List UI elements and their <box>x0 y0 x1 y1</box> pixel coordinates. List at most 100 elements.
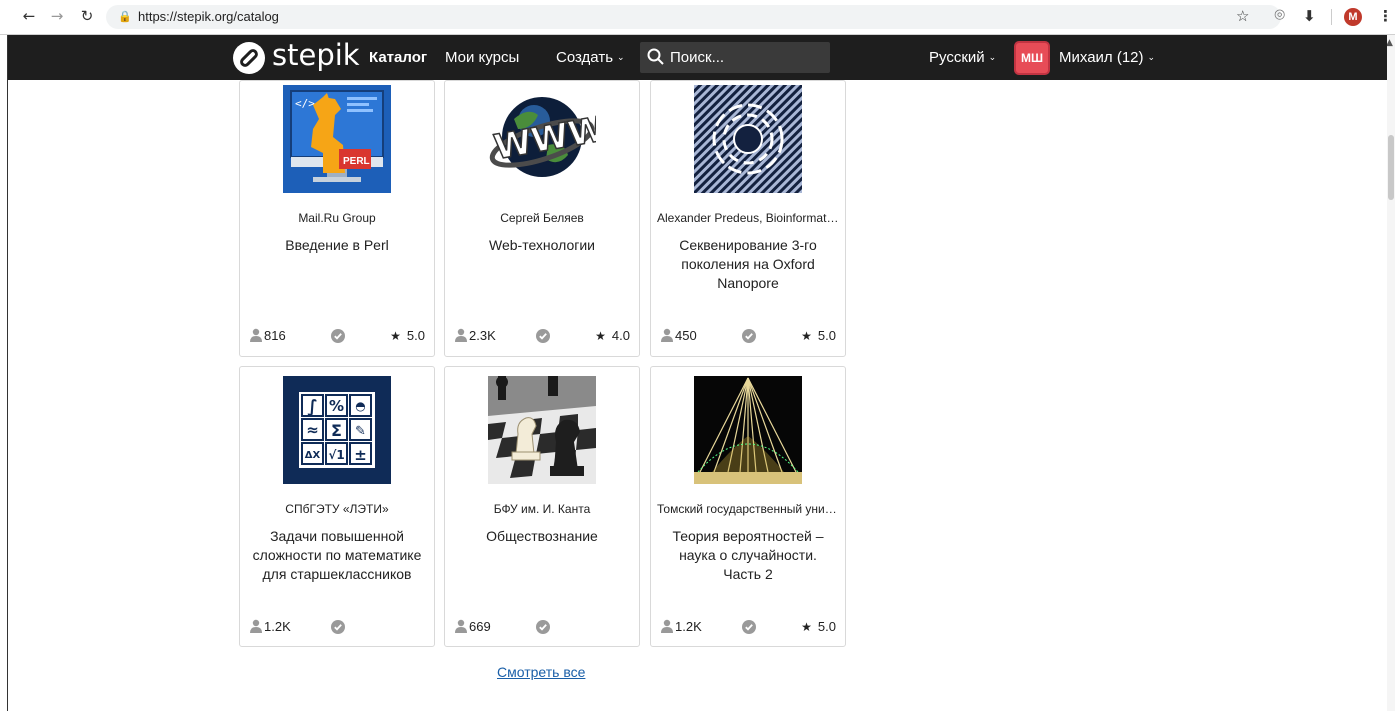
course-card[interactable]: Alexander Predeus, Bioinformatics Instit… <box>650 80 846 357</box>
course-org[interactable]: Alexander Predeus, Bioinformatics Instit… <box>657 211 839 225</box>
nav-catalog[interactable]: Каталог <box>369 49 427 66</box>
chevron-down-icon: ⌄ <box>1147 53 1156 63</box>
svg-text:√1: √1 <box>328 448 344 462</box>
spiral-pattern-icon <box>694 85 802 193</box>
toolbar-divider <box>1331 9 1332 25</box>
user-icon <box>661 328 673 342</box>
certificate-check-icon <box>536 620 550 634</box>
user-avatar[interactable]: МШ <box>1014 41 1050 75</box>
svg-text:∫: ∫ <box>307 397 317 417</box>
learners-value: 1.2K <box>264 619 291 634</box>
reload-icon[interactable]: ↻ <box>76 6 98 28</box>
user-icon <box>455 619 467 633</box>
course-stats: 1.2K <box>240 619 434 637</box>
certificate-check-icon <box>742 329 756 343</box>
course-stats: 669 <box>445 619 639 637</box>
svg-text:✎: ✎ <box>355 424 366 439</box>
back-icon[interactable]: ← <box>18 6 40 28</box>
course-rating: ★ 5.0 <box>801 328 836 343</box>
course-stats: 816 ★ 5.0 <box>240 328 434 346</box>
forward-icon[interactable]: → <box>46 6 68 28</box>
browser-menu-icon[interactable]: ⋮ <box>1378 7 1393 25</box>
learners-count: 816 <box>250 328 286 343</box>
user-icon <box>250 619 262 633</box>
learners-value: 816 <box>264 328 286 343</box>
learners-count: 450 <box>661 328 697 343</box>
course-title[interactable]: Web-технологии <box>455 236 629 255</box>
certificate-check-icon <box>536 329 550 343</box>
stepik-logo-text[interactable]: stepik <box>272 38 360 72</box>
user-name: Михаил (12) <box>1059 49 1144 66</box>
learners-count: 1.2K <box>661 619 702 634</box>
math-symbols-icon: ∫ % ◓ ≈ Σ ✎ ΔX √1 ± <box>283 376 391 484</box>
learners-value: 450 <box>675 328 697 343</box>
learners-count: 669 <box>455 619 491 634</box>
course-stats: 450 ★ 5.0 <box>651 328 845 346</box>
search-input[interactable]: Поиск... <box>640 42 830 73</box>
learners-count: 2.3K <box>455 328 496 343</box>
rating-value: 4.0 <box>611 328 630 343</box>
course-title[interactable]: Теория вероятностей – наука о случайност… <box>661 527 835 584</box>
svg-text:ΔX: ΔX <box>305 450 321 461</box>
course-title[interactable]: Секвенирование 3-го поколения на Oxford … <box>661 236 835 293</box>
star-icon: ★ <box>390 329 401 343</box>
rating-value: 5.0 <box>817 619 836 634</box>
chess-icon <box>488 376 596 484</box>
address-bar[interactable]: 🔒 https://stepik.org/catalog <box>106 5 1281 29</box>
svg-text:±: ± <box>354 446 367 464</box>
browser-profile-avatar[interactable]: M <box>1344 8 1362 26</box>
course-org[interactable]: БФУ им. И. Канта <box>451 502 633 516</box>
download-icon[interactable]: ⬇ <box>1303 7 1316 25</box>
svg-text:≈: ≈ <box>306 421 319 439</box>
browser-toolbar: ← → ↻ 🔒 https://stepik.org/catalog ☆ ◎ ⬇… <box>0 0 1395 35</box>
course-org[interactable]: СПбГЭТУ «ЛЭТИ» <box>246 502 428 516</box>
course-org[interactable]: Mail.Ru Group <box>246 211 428 225</box>
search-placeholder: Поиск... <box>670 49 725 66</box>
user-icon <box>661 619 673 633</box>
course-card[interactable]: Томский государственный университет Теор… <box>650 366 846 647</box>
course-card[interactable]: БФУ им. И. Канта Обществознание 669 <box>444 366 640 647</box>
user-icon <box>250 328 262 342</box>
star-icon: ★ <box>801 329 812 343</box>
scrollbar-thumb[interactable] <box>1388 135 1394 200</box>
svg-text:%: % <box>329 397 344 415</box>
svg-text:Σ: Σ <box>331 421 342 440</box>
course-title[interactable]: Обществознание <box>455 527 629 546</box>
user-menu[interactable]: Михаил (12) ⌄ <box>1059 49 1155 66</box>
www-globe-icon: WWW <box>488 85 596 193</box>
course-rating: ★ 4.0 <box>595 328 630 343</box>
window-border <box>7 35 8 711</box>
nav-my-courses[interactable]: Мои курсы <box>445 49 519 66</box>
course-card[interactable]: WWW Сергей Беляев Web-технологии 2.3K ★ 4… <box>444 80 640 357</box>
svg-text:</>: </> <box>295 97 315 110</box>
nav-create-label: Создать <box>556 49 614 66</box>
see-all-link[interactable]: Смотреть все <box>497 664 585 680</box>
course-title[interactable]: Введение в Perl <box>250 236 424 255</box>
course-stats: 2.3K ★ 4.0 <box>445 328 639 346</box>
bookmark-star-icon[interactable]: ☆ <box>1236 7 1249 25</box>
language-label: Русский <box>929 49 985 66</box>
course-org[interactable]: Томский государственный университет <box>657 502 839 516</box>
rating-value: 5.0 <box>406 328 425 343</box>
certificate-check-icon <box>331 329 345 343</box>
language-selector[interactable]: Русский ⌄ <box>929 49 996 66</box>
course-org[interactable]: Сергей Беляев <box>451 211 633 225</box>
scroll-up-arrow-icon[interactable]: ▲ <box>1386 38 1393 48</box>
perl-camel-icon: </> PERL <box>283 85 391 193</box>
course-card[interactable]: ∫ % ◓ ≈ Σ ✎ ΔX √1 ± СПбГЭТУ «ЛЭТИ» Задач… <box>239 366 435 647</box>
search-icon <box>647 48 664 65</box>
course-stats: 1.2K ★ 5.0 <box>651 619 845 637</box>
course-rating: ★ 5.0 <box>390 328 425 343</box>
course-title[interactable]: Задачи повышенной сложности по математик… <box>250 527 424 584</box>
learners-value: 2.3K <box>469 328 496 343</box>
galton-board-icon <box>694 376 802 484</box>
stepik-logo-icon[interactable] <box>233 42 265 74</box>
nav-create[interactable]: Создать ⌄ <box>556 49 625 66</box>
extension-icon[interactable]: ◎ <box>1274 7 1285 22</box>
url-text: https://stepik.org/catalog <box>138 9 279 24</box>
learners-count: 1.2K <box>250 619 291 634</box>
course-rating: ★ 5.0 <box>801 619 836 634</box>
svg-text:◓: ◓ <box>355 399 365 413</box>
learners-value: 1.2K <box>675 619 702 634</box>
course-card[interactable]: </> PERL Mail.Ru Group Введение в Perl 8… <box>239 80 435 357</box>
